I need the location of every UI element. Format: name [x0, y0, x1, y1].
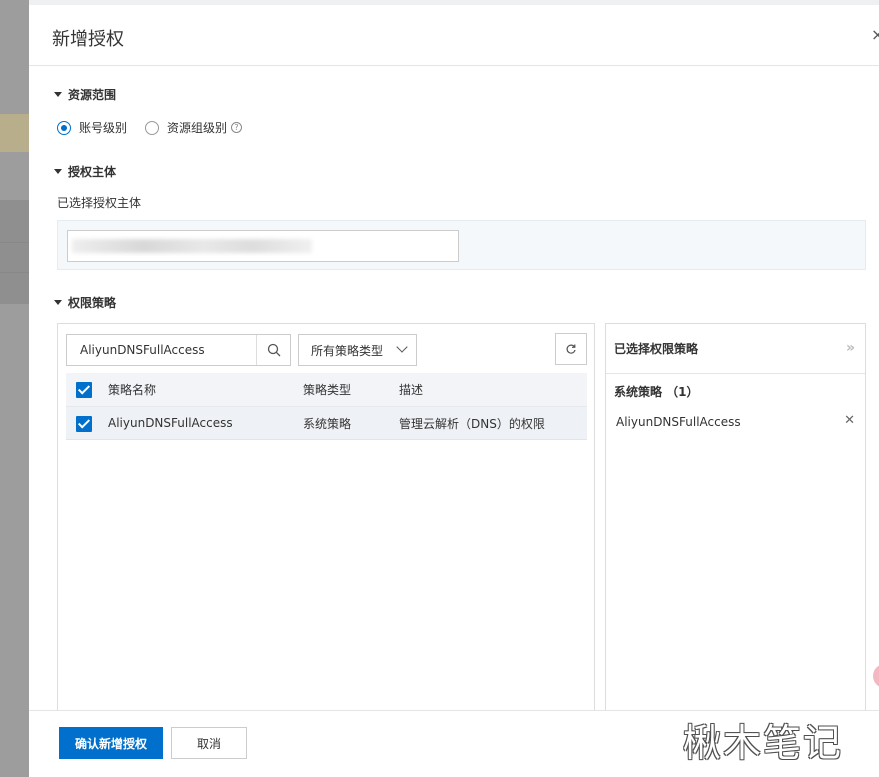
section-title: 授权主体: [68, 165, 117, 179]
scope-radio-group: 账号级别 资源组级别 ?: [57, 119, 243, 136]
cancel-button[interactable]: 取消: [171, 727, 247, 759]
search-icon: [267, 343, 280, 357]
policy-table: 策略名称 策略类型 描述 AliyunDNSFullAccess 系统策略 管理…: [66, 373, 587, 440]
selected-policy-item: AliyunDNSFullAccess: [616, 415, 741, 429]
column-header-desc: 描述: [399, 383, 424, 397]
chevron-down-icon: [396, 341, 408, 353]
table-header-row: 策略名称 策略类型 描述: [66, 373, 587, 406]
remove-icon[interactable]: ✕: [844, 413, 855, 428]
search-button[interactable]: [256, 335, 290, 365]
close-icon[interactable]: ×: [871, 25, 879, 44]
redacted-principal: [72, 239, 312, 253]
background-rows: [0, 200, 29, 304]
radio-resource-group-level[interactable]: [145, 120, 160, 135]
selected-principal-box: [57, 220, 866, 270]
column-header-type: 策略类型: [303, 383, 352, 397]
background-divider: [0, 242, 29, 243]
section-title: 权限策略: [68, 296, 117, 310]
select-value: 所有策略类型: [311, 343, 384, 358]
table-row[interactable]: AliyunDNSFullAccess 系统策略 管理云解析（DNS）的权限: [66, 406, 587, 440]
caret-down-icon: [54, 300, 62, 305]
selected-policies-panel: 已选择权限策略 » 系统策略 （1） AliyunDNSFullAccess ✕: [605, 323, 866, 713]
search-value[interactable]: AliyunDNSFullAccess: [67, 343, 256, 357]
drawer-title: 新增授权: [52, 29, 124, 50]
radio-label[interactable]: 资源组级别: [167, 119, 227, 136]
policy-list-panel: AliyunDNSFullAccess 所有策略类型 策略名称 策略类型 描述 …: [57, 323, 595, 713]
row-checkbox[interactable]: [76, 416, 92, 432]
add-authorization-drawer: 新增授权 × 资源范围 账号级别 资源组级别 ? 授权主体 已选择授权主体 权限…: [29, 0, 879, 777]
question-circle-icon[interactable]: ?: [231, 122, 243, 133]
selected-group-title: 系统策略 （1）: [614, 385, 699, 399]
background-highlight-row: [0, 114, 29, 152]
section-policies[interactable]: 权限策略: [54, 294, 116, 311]
refresh-button[interactable]: [555, 333, 587, 365]
select-all-checkbox[interactable]: [76, 382, 92, 398]
policy-type: 系统策略: [303, 416, 352, 431]
policy-type-select[interactable]: 所有策略类型: [298, 334, 417, 366]
double-chevron-right-icon[interactable]: »: [846, 340, 855, 356]
radio-account-level[interactable]: [57, 120, 71, 135]
column-header-name: 策略名称: [108, 383, 157, 397]
section-principal[interactable]: 授权主体: [54, 163, 116, 180]
policy-name: AliyunDNSFullAccess: [108, 416, 233, 430]
radio-label[interactable]: 账号级别: [79, 119, 127, 136]
watermark: 楸木笔记: [683, 721, 844, 765]
drawer-header: 新增授权 ×: [29, 5, 879, 66]
principal-input[interactable]: [67, 230, 459, 262]
background-divider: [0, 272, 29, 273]
confirm-button[interactable]: 确认新增授权: [59, 727, 163, 759]
selected-principal-label: 已选择授权主体: [57, 196, 142, 210]
caret-down-icon: [54, 92, 62, 97]
selected-policies-header: 已选择权限策略 »: [606, 324, 865, 374]
section-resource-scope[interactable]: 资源范围: [54, 86, 116, 103]
background-page: [0, 0, 29, 777]
caret-down-icon: [54, 169, 62, 174]
policy-desc: 管理云解析（DNS）的权限: [399, 416, 545, 431]
policy-search-input[interactable]: AliyunDNSFullAccess: [66, 334, 291, 366]
refresh-icon: [566, 344, 576, 354]
panel-title: 已选择权限策略: [614, 342, 699, 356]
section-title: 资源范围: [68, 88, 117, 102]
